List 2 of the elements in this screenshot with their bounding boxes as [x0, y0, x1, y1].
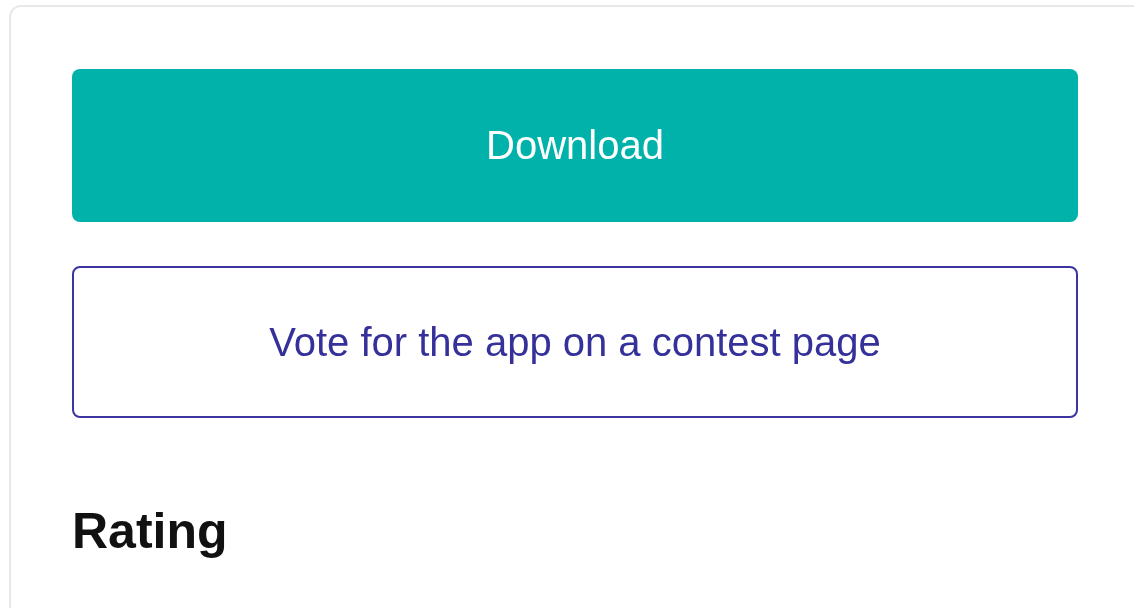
vote-button[interactable]: Vote for the app on a contest page	[72, 266, 1078, 418]
section-heading: Rating	[72, 502, 229, 560]
